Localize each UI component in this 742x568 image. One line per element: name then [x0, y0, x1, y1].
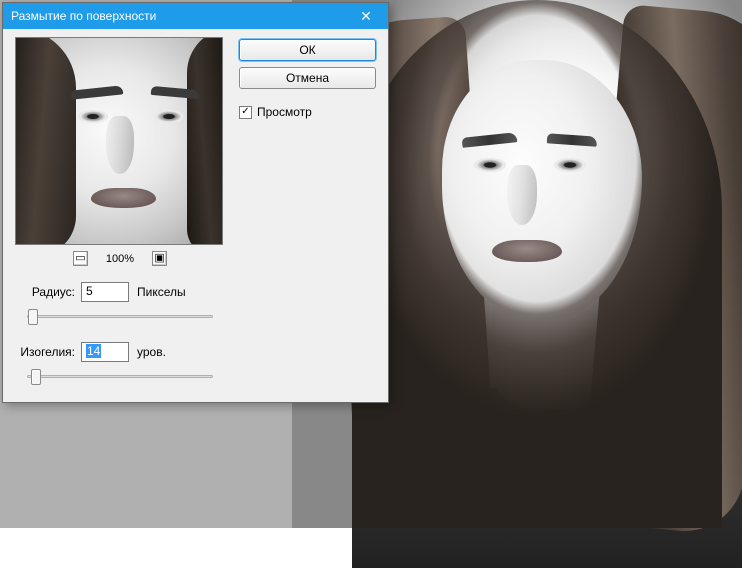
radius-slider[interactable]: [27, 308, 213, 326]
dialog-right-column: ОК Отмена ✓ Просмотр: [239, 37, 376, 386]
dialog-body: ▭ 100% ▣ Радиус: 5 Пикселы Изогелия:: [3, 29, 388, 402]
zoom-value: 100%: [106, 253, 134, 265]
radius-row: Радиус: 5 Пикселы: [15, 282, 225, 302]
threshold-row: Изогелия: 14 уров.: [15, 342, 225, 362]
preview-lips: [91, 188, 156, 208]
slider-track: [27, 315, 213, 318]
threshold-slider-thumb[interactable]: [31, 369, 41, 385]
zoom-in-button[interactable]: ▣: [152, 251, 167, 266]
zoom-controls: ▭ 100% ▣: [15, 251, 225, 266]
dialog-title: Размытие по поверхности: [11, 9, 346, 23]
preview-hair: [15, 37, 76, 245]
preview-hair: [187, 37, 223, 245]
radius-slider-thumb[interactable]: [28, 309, 38, 325]
preview-thumbnail[interactable]: [15, 37, 223, 245]
radius-unit: Пикселы: [137, 285, 186, 299]
threshold-label: Изогелия:: [15, 345, 75, 359]
plus-icon: ▣: [154, 253, 164, 264]
preview-eye: [78, 110, 108, 123]
check-icon: ✓: [241, 107, 249, 117]
slider-track: [27, 375, 213, 378]
preview-checkbox[interactable]: ✓: [239, 106, 252, 119]
preview-checkbox-label: Просмотр: [257, 105, 312, 119]
cancel-button[interactable]: Отмена: [239, 67, 376, 89]
close-button[interactable]: ✕: [346, 4, 386, 28]
preview-eye: [154, 110, 184, 123]
dialog-left-column: ▭ 100% ▣ Радиус: 5 Пикселы Изогелия:: [15, 37, 225, 386]
zoom-out-button[interactable]: ▭: [73, 251, 88, 266]
radius-input[interactable]: 5: [81, 282, 129, 302]
portrait-hair-overlay: [352, 0, 722, 528]
radius-value: 5: [86, 284, 93, 298]
threshold-unit: уров.: [137, 345, 166, 359]
close-icon: ✕: [360, 8, 372, 25]
threshold-input[interactable]: 14: [81, 342, 129, 362]
preview-nose: [106, 116, 134, 174]
threshold-value: 14: [86, 344, 101, 358]
minus-icon: ▭: [75, 253, 85, 264]
radius-label: Радиус:: [15, 285, 75, 299]
preview-checkbox-row: ✓ Просмотр: [239, 105, 376, 119]
ok-button[interactable]: ОК: [239, 39, 376, 61]
threshold-slider[interactable]: [27, 368, 213, 386]
surface-blur-dialog: Размытие по поверхности ✕ ▭ 100%: [2, 2, 389, 403]
dialog-titlebar[interactable]: Размытие по поверхности ✕: [3, 3, 388, 29]
